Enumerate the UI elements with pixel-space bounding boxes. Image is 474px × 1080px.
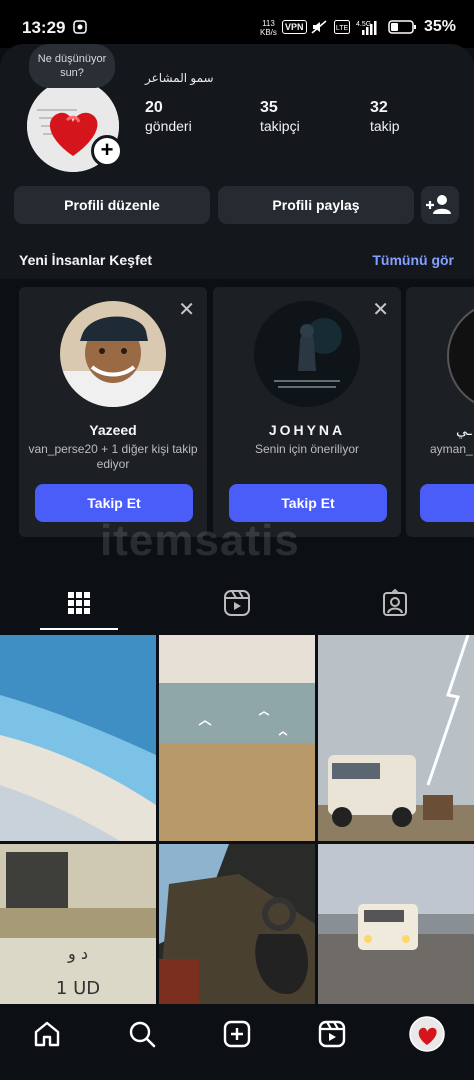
stat-following[interactable]: 32 takip — [370, 99, 400, 134]
suggestion-avatar[interactable] — [254, 301, 360, 407]
mute-icon — [311, 20, 327, 34]
grid-icon — [68, 592, 90, 614]
search-icon — [129, 1021, 156, 1048]
see-all-link[interactable]: Tümünü gör — [372, 252, 454, 268]
post-thumbnail[interactable]: د و 1 UD — [0, 844, 156, 1004]
suggestion-card[interactable]: ـي ayman_ t — [406, 287, 474, 537]
edit-profile-button[interactable]: Profili düzenle — [14, 186, 210, 224]
watermark: itemsatis — [100, 516, 300, 565]
close-icon[interactable]: ✕ — [178, 297, 195, 322]
discover-people-button[interactable] — [421, 186, 459, 224]
svg-text:LTE: LTE — [336, 25, 349, 32]
active-tab-indicator — [40, 628, 118, 630]
post-thumbnail[interactable] — [159, 844, 315, 1004]
create-icon — [223, 1020, 251, 1048]
suggestion-name: JOHYNA — [268, 422, 346, 438]
notification-icon — [73, 20, 87, 34]
post-thumbnail[interactable] — [0, 635, 156, 841]
suggestion-avatar[interactable] — [447, 301, 474, 411]
battery-icon — [388, 20, 416, 34]
note-bubble[interactable]: Ne düşünüyor sun? — [29, 44, 115, 88]
network-speed: 113 KB/s — [260, 19, 277, 37]
post-thumbnail[interactable] — [318, 635, 474, 841]
suggestion-subtitle: Senin için öneriliyor — [254, 442, 360, 456]
follow-button[interactable] — [420, 484, 474, 522]
home-icon — [34, 1021, 60, 1047]
discover-title: Yeni İnsanlar Keşfet — [19, 252, 153, 268]
suggestion-card[interactable]: ✕ JOHYNA Senin için öneriliyor Takip Et — [213, 287, 401, 537]
suggestion-name: ـي — [456, 422, 472, 438]
status-time: 13:29 — [22, 18, 66, 37]
profile-avatar-icon — [409, 1016, 445, 1052]
svg-text:1 UD: 1 UD — [56, 978, 100, 999]
add-story-button[interactable]: + — [91, 135, 123, 167]
stat-posts[interactable]: 20 gönderi — [145, 99, 192, 134]
suggestion-card[interactable]: ✕ Yazeed van_perse20 + 1 diğer kişi taki… — [19, 287, 207, 537]
nav-profile[interactable] — [407, 1014, 447, 1054]
tagged-icon — [383, 589, 407, 616]
suggestion-avatar[interactable] — [60, 301, 166, 407]
reels-icon — [224, 590, 250, 616]
nav-search[interactable] — [122, 1014, 162, 1054]
svg-text:د و: د و — [67, 944, 88, 964]
post-thumbnail[interactable] — [159, 635, 315, 841]
nav-home[interactable] — [27, 1014, 67, 1054]
svg-text:4.5G: 4.5G — [356, 21, 371, 28]
stat-followers[interactable]: 35 takipçi — [260, 99, 300, 134]
nav-create[interactable] — [217, 1014, 257, 1054]
profile-name: سمو المشاعر — [145, 71, 214, 85]
status-bar: 13:29 113 KB/s VPN LTE 4.5G 35% — [0, 0, 474, 48]
reels-icon — [318, 1020, 346, 1048]
suggestion-subtitle: van_perse20 + 1 diğer kişi takip ediyor — [28, 442, 198, 471]
add-person-icon — [426, 195, 451, 214]
tab-reels[interactable] — [217, 583, 257, 623]
suggestion-subtitle: ayman_ t — [430, 442, 474, 456]
share-profile-button[interactable]: Profili paylaş — [218, 186, 414, 224]
post-thumbnail[interactable] — [318, 844, 474, 1004]
nav-reels[interactable] — [312, 1014, 352, 1054]
vpn-badge: VPN — [282, 20, 307, 34]
tab-tagged[interactable] — [375, 583, 415, 623]
volte-icon: LTE — [334, 20, 350, 34]
signal-icon: 4.5G — [356, 21, 377, 35]
close-icon[interactable]: ✕ — [372, 297, 389, 322]
profile-header: Ne düşünüyor sun? + سمو المشاعر 20 gönde… — [0, 44, 474, 279]
battery-percentage: 35% — [424, 18, 457, 35]
suggestion-name: Yazeed — [89, 422, 137, 438]
tab-posts-grid[interactable] — [59, 583, 99, 623]
